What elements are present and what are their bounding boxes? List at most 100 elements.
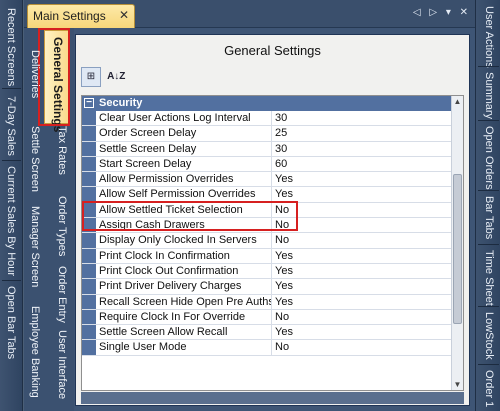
row-gutter <box>82 294 96 309</box>
group-header-label: Security <box>99 97 143 109</box>
document-tab-strip: Main Settings ✕ ◁ ▷ ▾ ✕ <box>24 0 475 28</box>
divider <box>2 160 21 161</box>
property-row[interactable]: Allow Settled Ticket Selection No <box>82 202 463 219</box>
property-value[interactable]: Yes <box>272 249 463 263</box>
property-row[interactable]: Allow Permission Overrides Yes <box>82 172 463 188</box>
property-grid: − Security Clear User Actions Log Interv… <box>81 95 464 391</box>
property-value[interactable]: 30 <box>272 111 463 125</box>
property-name: Recall Screen Hide Open Pre Auths <box>96 294 272 309</box>
vertical-scrollbar[interactable]: ▲ ▼ <box>451 96 463 390</box>
property-value[interactable]: Yes <box>272 295 463 309</box>
property-row[interactable]: Print Clock In Confirmation Yes <box>82 248 463 264</box>
property-name: Order Screen Delay <box>96 126 272 141</box>
divider <box>478 66 499 67</box>
property-value[interactable]: No <box>272 310 463 324</box>
property-row[interactable]: Settle Screen Delay 30 <box>82 141 463 157</box>
category-tab-general-settings[interactable]: General Settings <box>44 30 70 132</box>
category-tab-employee-banking[interactable]: Employee Banking <box>29 306 41 398</box>
property-value[interactable]: 30 <box>272 142 463 156</box>
row-gutter <box>82 218 96 233</box>
divider <box>478 190 499 191</box>
panel-title: General Settings <box>224 43 321 58</box>
side-tab-bar-tabs[interactable]: Bar Tabs <box>483 196 495 239</box>
property-name: Allow Self Permission Overrides <box>96 187 272 202</box>
side-tab-open-bar-tabs[interactable]: Open Bar Tabs <box>5 286 17 359</box>
tab-strip-controls[interactable]: ◁ ▷ ▾ ✕ <box>413 7 471 18</box>
side-tab-current-sales-by-hour[interactable]: Current Sales By Hour <box>5 166 17 276</box>
property-row[interactable]: Allow Self Permission Overrides Yes <box>82 187 463 203</box>
tab-main-settings[interactable]: Main Settings ✕ <box>27 4 135 28</box>
property-value[interactable]: Yes <box>272 264 463 278</box>
row-gutter <box>82 279 96 294</box>
property-name: Settle Screen Allow Recall <box>96 325 272 340</box>
property-row[interactable]: Single User Mode No <box>82 340 463 356</box>
side-tab-7-day-sales[interactable]: 7-Day Sales <box>5 96 17 156</box>
side-tab-time-sheet[interactable]: Time Sheet <box>483 250 495 306</box>
side-tab-summary[interactable]: Summary <box>483 72 495 119</box>
property-row[interactable]: Print Driver Delivery Charges Yes <box>82 279 463 295</box>
row-gutter <box>82 202 96 218</box>
property-name: Print Driver Delivery Charges <box>96 279 272 294</box>
category-tab-order-entry[interactable]: Order Entry <box>56 266 68 323</box>
category-tab-manager-screen[interactable]: Manager Screen <box>29 206 41 287</box>
property-row[interactable]: Print Clock Out Confirmation Yes <box>82 263 463 280</box>
property-row[interactable]: Order Screen Delay 25 <box>82 126 463 142</box>
row-gutter <box>82 325 96 340</box>
side-tab-low-stock[interactable]: LowStock <box>483 312 495 360</box>
property-description-area <box>81 392 464 404</box>
row-gutter <box>82 248 96 263</box>
collapse-icon[interactable]: − <box>84 98 94 108</box>
scroll-up-icon[interactable]: ▲ <box>452 96 463 107</box>
property-value[interactable]: 25 <box>272 126 463 140</box>
property-value[interactable]: No <box>272 340 463 354</box>
property-row[interactable]: Start Screen Delay 60 <box>82 156 463 173</box>
category-tab-order-types[interactable]: Order Types <box>56 196 68 256</box>
category-tab-deliveries[interactable]: Deliveries <box>29 50 41 98</box>
category-tab-general-settings-label: General Settings <box>51 37 65 133</box>
property-value[interactable]: No <box>272 203 463 217</box>
property-value[interactable]: No <box>272 218 463 232</box>
group-header-security[interactable]: − Security <box>82 96 463 111</box>
property-value[interactable]: Yes <box>272 172 463 186</box>
property-value[interactable]: No <box>272 233 463 247</box>
property-name: Print Clock Out Confirmation <box>96 263 272 279</box>
divider <box>478 244 499 245</box>
property-name: Settle Screen Delay <box>96 141 272 156</box>
property-name: Display Only Clocked In Servers <box>96 233 272 248</box>
scroll-thumb[interactable] <box>453 174 462 324</box>
category-tab-user-interface[interactable]: User Interface <box>56 330 68 399</box>
property-name: Clear User Actions Log Interval <box>96 111 272 126</box>
row-gutter <box>82 141 96 156</box>
divider <box>478 120 499 121</box>
property-row[interactable]: Recall Screen Hide Open Pre Auths Yes <box>82 294 463 310</box>
main-area: General Settings Deliveries Settle Scree… <box>24 28 475 411</box>
property-row-assign-cash-drawers[interactable]: Assign Cash Drawers No <box>82 218 463 234</box>
row-gutter <box>82 309 96 325</box>
property-row[interactable]: Clear User Actions Log Interval 30 <box>82 111 463 127</box>
property-value[interactable]: Yes <box>272 325 463 339</box>
side-tab-recent-screens[interactable]: Recent Screens <box>5 8 17 86</box>
close-icon[interactable]: ✕ <box>119 8 129 22</box>
left-side-bar: Recent Screens 7-Day Sales Current Sales… <box>0 0 23 411</box>
categorized-view-button[interactable]: ⊞ <box>81 67 101 87</box>
property-row[interactable]: Settle Screen Allow Recall Yes <box>82 325 463 341</box>
property-value[interactable]: 60 <box>272 157 463 171</box>
divider <box>478 364 499 365</box>
general-settings-panel: General Settings ⊞ A↓Z − Security Clear … <box>75 34 470 406</box>
row-gutter <box>82 187 96 202</box>
alphabetical-sort-button[interactable]: A↓Z <box>106 67 126 87</box>
property-value[interactable]: Yes <box>272 279 463 293</box>
row-gutter <box>82 126 96 141</box>
row-gutter <box>82 172 96 187</box>
category-tab-settle-screen[interactable]: Settle Screen <box>29 126 41 192</box>
property-row[interactable]: Require Clock In For Override No <box>82 309 463 326</box>
side-tab-user-actions[interactable]: User Actions <box>483 6 495 68</box>
side-tab-order-1[interactable]: Order 1 <box>483 370 495 407</box>
category-tab-tax-rates[interactable]: Tax Rates <box>56 126 68 175</box>
property-value[interactable]: Yes <box>272 187 463 201</box>
property-row[interactable]: Display Only Clocked In Servers No <box>82 233 463 249</box>
side-tab-open-orders[interactable]: Open Orders <box>483 126 495 190</box>
tab-main-settings-label: Main Settings <box>33 9 106 23</box>
scroll-down-icon[interactable]: ▼ <box>452 379 463 390</box>
divider <box>478 306 499 307</box>
